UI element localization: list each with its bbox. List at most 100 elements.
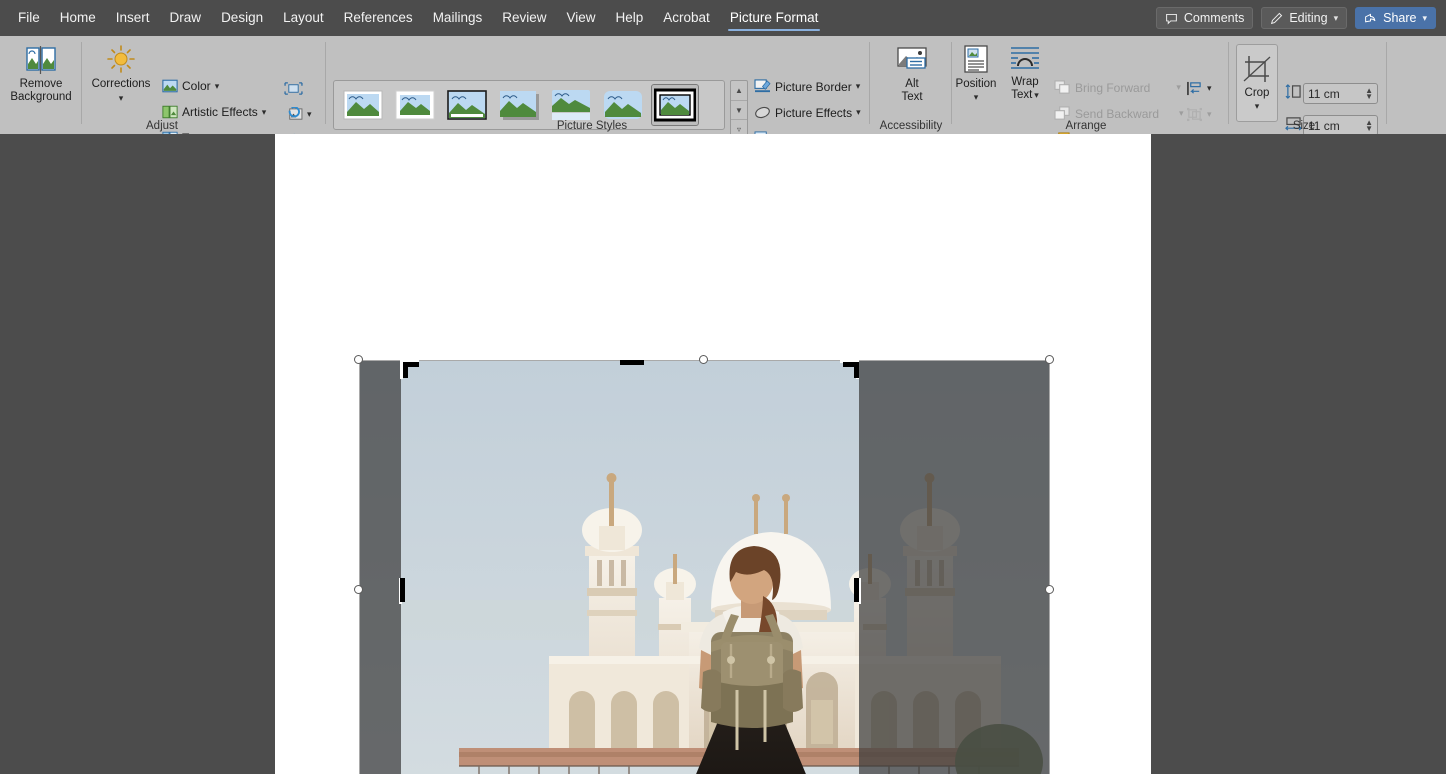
sizing-handle-middle-right[interactable]: [1045, 585, 1054, 594]
position-button[interactable]: Position ▾: [952, 44, 1000, 104]
shape-height-icon-wrap: [1283, 83, 1304, 100]
shape-height-value: 11 cm: [1308, 86, 1340, 101]
menu-tab-file[interactable]: File: [8, 4, 50, 32]
picture-effects-label: Picture Effects: [775, 105, 853, 120]
crop-handle-top-left[interactable]: [403, 362, 419, 378]
picture-style-drop-shadow-rectangle[interactable]: [496, 85, 542, 125]
menu-tab-draw[interactable]: Draw: [160, 4, 212, 32]
wrap-text-label-line2: Text: [1011, 89, 1033, 101]
bring-forward-label: Bring Forward: [1075, 80, 1151, 95]
align-objects-button[interactable]: ▾: [1184, 80, 1214, 97]
ribbon-divider: [81, 42, 82, 124]
share-button[interactable]: Share ▾: [1355, 7, 1436, 29]
comments-button[interactable]: Comments: [1155, 7, 1254, 29]
bring-forward-button[interactable]: Bring Forward ▾: [1052, 79, 1183, 96]
chevron-down-icon: ▾: [973, 92, 979, 102]
menu-tab-layout[interactable]: Layout: [273, 4, 334, 32]
picture-styles-scroll[interactable]: ▲ ▼ ▿: [730, 80, 748, 140]
menu-tab-acrobat[interactable]: Acrobat: [653, 4, 720, 32]
chevron-down-icon: ▾: [855, 81, 861, 91]
picture-effects-icon: [754, 105, 771, 120]
document-canvas[interactable]: [0, 134, 1446, 774]
picture-border-button[interactable]: Picture Border ▾: [752, 78, 862, 95]
menu-bar: File Home Insert Draw Design Layout Refe…: [0, 0, 1446, 36]
crop-handle-top-right[interactable]: [843, 362, 859, 378]
remove-background-button[interactable]: Remove Background: [8, 44, 74, 104]
picture-style-beveled-matte-white[interactable]: [392, 85, 438, 125]
picture-image-cropped: [401, 360, 859, 774]
editing-label: Editing: [1289, 11, 1328, 25]
artistic-effects-button[interactable]: Artistic Effects ▾: [160, 104, 268, 120]
chevron-down-icon: ▾: [1207, 109, 1212, 119]
wrap-text-label-line1: Wrap: [1011, 76, 1039, 88]
corrections-button[interactable]: Corrections ▾: [90, 44, 152, 105]
menu-tab-mailings[interactable]: Mailings: [423, 4, 493, 32]
ribbon-divider: [1228, 42, 1229, 124]
picture-style-metal-frame[interactable]: [444, 85, 490, 125]
picture-color-icon: [162, 79, 178, 93]
sizing-handle-middle-left[interactable]: [354, 585, 363, 594]
crop-handle-top-center[interactable]: [620, 360, 644, 365]
comment-balloon-icon: [1165, 12, 1178, 25]
chevron-down-icon: ▾: [1254, 101, 1260, 111]
menu-tab-references[interactable]: References: [334, 4, 423, 32]
change-picture-button[interactable]: ▾: [282, 106, 314, 123]
color-button[interactable]: Color ▾: [160, 78, 221, 94]
shape-width-stepper[interactable]: ▲ ▼: [1365, 118, 1373, 132]
chevron-down-icon: ▾: [856, 107, 861, 117]
menu-tab-view[interactable]: View: [556, 4, 605, 32]
group-label-adjust: Adjust: [146, 120, 178, 132]
chevron-down-icon: ▾: [214, 80, 220, 91]
group-objects-button[interactable]: ▾: [1184, 106, 1214, 123]
menu-tab-review[interactable]: Review: [492, 4, 556, 32]
chevron-down-icon: ▾: [1176, 82, 1181, 92]
position-icon: [961, 44, 991, 76]
picture-style-reflected-rounded-rectangle[interactable]: [548, 85, 594, 125]
chevron-down-icon: ▾: [118, 93, 124, 103]
share-label: Share: [1383, 11, 1417, 25]
menu-tab-insert[interactable]: Insert: [106, 4, 160, 32]
share-icon: [1364, 12, 1377, 25]
chevron-down-icon: ▾: [1207, 83, 1212, 93]
menu-tab-design[interactable]: Design: [211, 4, 273, 32]
shape-height-input[interactable]: 11 cm ▲ ▼: [1303, 83, 1378, 104]
chevron-down-icon: ▾: [1179, 108, 1184, 118]
ribbon-divider: [869, 42, 870, 124]
color-label: Color: [182, 79, 211, 93]
send-backward-label: Send Backward: [1075, 106, 1160, 121]
corrections-label: Corrections: [91, 78, 151, 90]
picture-style-simple-frame-white[interactable]: [340, 85, 386, 125]
compress-pictures-button[interactable]: [282, 80, 305, 97]
editing-mode-button[interactable]: Editing ▾: [1261, 7, 1348, 29]
picture-styles-scroll-up-icon[interactable]: ▲: [731, 81, 747, 101]
crop-label: Crop: [1244, 87, 1270, 99]
sizing-handle-top-center[interactable]: [699, 355, 708, 364]
crop-button[interactable]: Crop ▾: [1236, 44, 1278, 122]
selected-picture[interactable]: [354, 355, 1054, 774]
ribbon-divider: [1386, 42, 1387, 124]
wrap-text-button[interactable]: Wrap Text ▾: [1004, 44, 1046, 102]
sizing-handle-top-right[interactable]: [1045, 355, 1054, 364]
alt-text-button[interactable]: Alt Text: [884, 44, 940, 104]
pencil-icon: [1270, 12, 1283, 25]
alt-text-icon: [894, 44, 930, 76]
menu-tab-home[interactable]: Home: [50, 4, 106, 32]
shape-height-stepper[interactable]: ▲ ▼: [1365, 86, 1373, 100]
group-objects-icon: [1186, 107, 1203, 122]
picture-style-soft-edge-rectangle[interactable]: [600, 85, 646, 125]
menu-tab-picture-format[interactable]: Picture Format: [720, 4, 829, 32]
group-label-accessibility: Accessibility: [879, 120, 943, 132]
wrap-text-icon: [1009, 44, 1041, 74]
picture-style-double-frame-black[interactable]: [651, 84, 699, 126]
picture-styles-scroll-down-icon[interactable]: ▼: [731, 101, 747, 121]
position-label: Position: [955, 78, 997, 90]
chevron-down-icon: ▾: [1422, 12, 1427, 23]
send-backward-icon: [1054, 106, 1071, 121]
picture-effects-button[interactable]: Picture Effects ▾: [752, 104, 863, 121]
group-label-arrange: Arrange: [1065, 120, 1107, 132]
chevron-down-icon: ▾: [1333, 12, 1339, 23]
crop-handle-middle-right[interactable]: [854, 578, 859, 602]
menu-tab-help[interactable]: Help: [606, 4, 654, 32]
crop-handle-middle-left[interactable]: [400, 578, 405, 602]
sizing-handle-top-left[interactable]: [354, 355, 363, 364]
